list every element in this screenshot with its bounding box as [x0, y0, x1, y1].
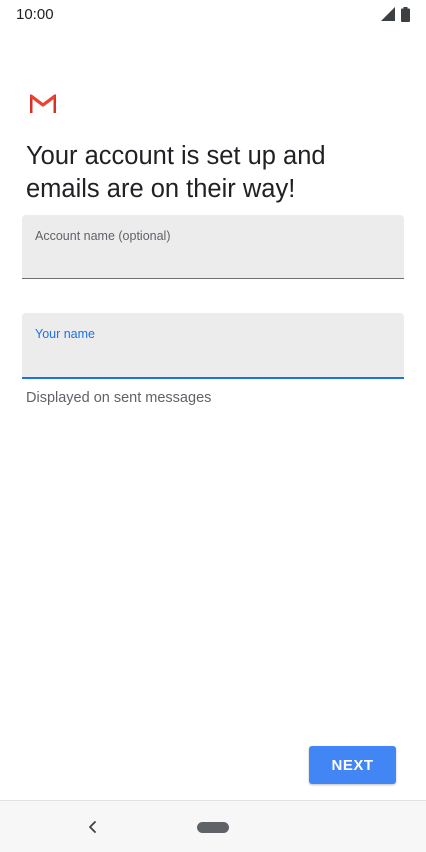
- page-title: Your account is set up and emails are on…: [26, 142, 326, 203]
- your-name-helper-text: Displayed on sent messages: [26, 390, 212, 406]
- status-time: 10:00: [16, 5, 54, 23]
- account-name-label: Account name (optional): [35, 229, 171, 243]
- status-icons: [381, 6, 410, 22]
- next-button[interactable]: NEXT: [309, 746, 396, 784]
- your-name-label: Your name: [35, 327, 95, 341]
- gmail-logo-icon: [30, 94, 56, 113]
- navigation-bar: [0, 800, 426, 852]
- back-icon[interactable]: [86, 818, 100, 836]
- status-bar: 10:00: [0, 0, 426, 28]
- your-name-input[interactable]: [35, 347, 390, 369]
- home-pill-icon[interactable]: [197, 822, 229, 833]
- signal-icon: [381, 7, 395, 21]
- account-name-input[interactable]: [35, 249, 390, 271]
- battery-icon: [401, 6, 410, 22]
- screen: 10:00 Your account is set up and emails …: [0, 0, 426, 852]
- account-name-field[interactable]: Account name (optional): [22, 215, 404, 279]
- your-name-field[interactable]: Your name: [22, 313, 404, 379]
